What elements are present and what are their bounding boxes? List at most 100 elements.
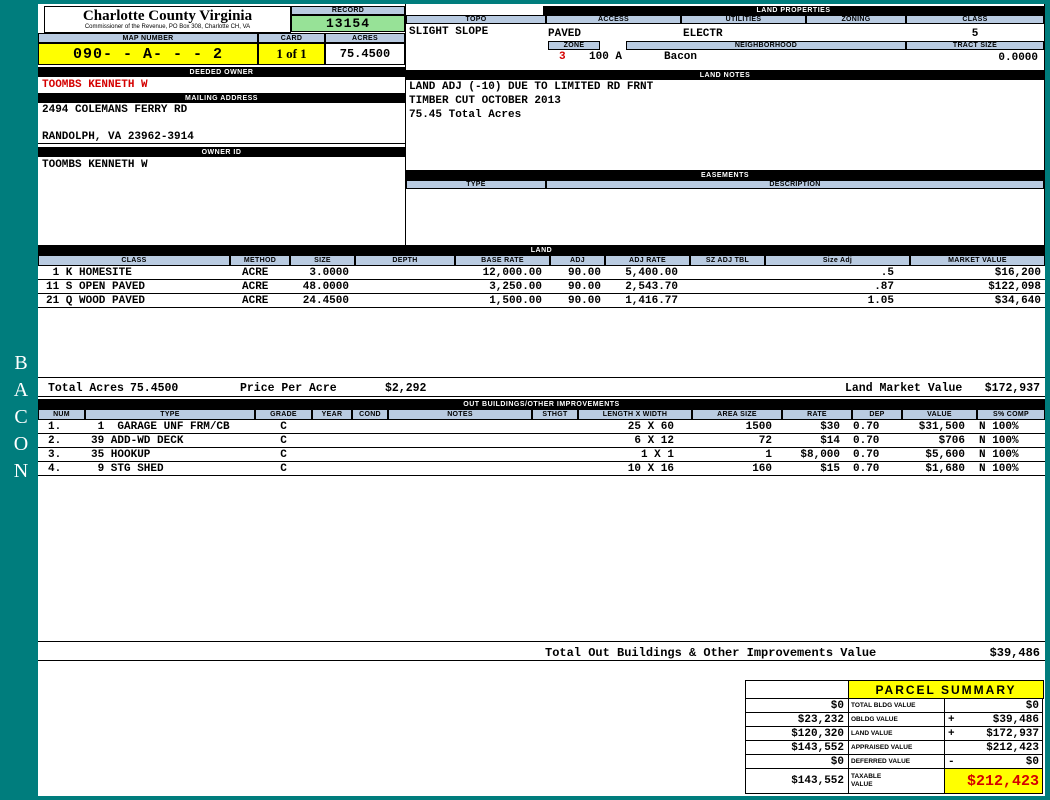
out-building-row: 4. 9 STG SHED C 10 X 16 160 $15 0.70 $1,… xyxy=(38,462,1045,476)
out-buildings-bar: OUT BUILDINGS/OTHER IMPROVEMENTS xyxy=(38,399,1045,409)
ob-col-grade: GRADE xyxy=(255,409,312,420)
land-adj-rate: 5,400.00 xyxy=(625,266,678,279)
neighborhood-header: NEIGHBORHOOD xyxy=(626,41,906,50)
land-table-body: 1 K HOMESITE ACRE 3.0000 12,000.00 90.00… xyxy=(38,266,1045,308)
out-building-row: 1. 1 GARAGE UNF FRM/CB C 25 X 60 1500 $3… xyxy=(38,420,1045,434)
land-note-line: LAND ADJ (-10) DUE TO LIMITED RD FRNT xyxy=(409,81,654,93)
ob-grade: C xyxy=(280,434,287,447)
ps-prior-value: $120,320 xyxy=(745,726,849,741)
ob-num: 3. xyxy=(48,448,62,461)
land-adj: 90.00 xyxy=(567,266,601,279)
land-properties-pane: LAND PROPERTIES TOPO ACCESS UTILITIES ZO… xyxy=(405,4,1045,245)
ob-type: 39 ADD-WD DECK xyxy=(91,434,184,447)
land-class: 21 Q WOOD PAVED xyxy=(46,294,146,307)
ps-op: + xyxy=(948,713,955,726)
easement-description-header: DESCRIPTION xyxy=(546,180,1044,189)
ob-col-num: NUM xyxy=(38,409,85,420)
out-building-row: 3. 35 HOOKUP C 1 X 1 1 $8,000 0.70 $5,60… xyxy=(38,448,1045,462)
parcel-summary-table: PARCEL SUMMARY $0 TOTAL BLDG VALUE $0 $2… xyxy=(745,680,1045,794)
land-market-value: $122,098 xyxy=(988,280,1041,293)
price-per-acre-value: $2,292 xyxy=(385,382,427,395)
county-title: Charlotte County Virginia xyxy=(82,8,253,24)
ps-prior-empty xyxy=(745,680,849,699)
ps-label: TOTAL BLDG VALUE xyxy=(848,698,945,713)
ob-grade: C xyxy=(280,448,287,461)
ps-value: $0 xyxy=(1025,755,1039,768)
ob-value: $1,680 xyxy=(925,462,965,475)
land-adj-rate: 1,416.77 xyxy=(625,294,678,307)
map-number-header: MAP NUMBER xyxy=(38,33,258,43)
land-col-depth: DEPTH xyxy=(355,255,455,266)
topo-value: SLIGHT SLOPE xyxy=(409,26,489,38)
land-size: 24.4500 xyxy=(302,294,349,307)
ps-label: TAXABLE VALUE xyxy=(848,768,945,794)
land-table-row: 11 S OPEN PAVED ACRE 48.0000 3,250.00 90… xyxy=(38,280,1045,294)
land-base-rate: 12,000.00 xyxy=(482,266,542,279)
ob-grade: C xyxy=(280,462,287,475)
ob-col-s-comp: S% COMP xyxy=(977,409,1045,420)
deeded-owner-value: TOOMBS KENNETH W xyxy=(42,79,148,91)
mailing-address-bar: MAILING ADDRESS xyxy=(38,93,405,103)
parcel-summary-row: $23,232 OBLDG VALUE + $39,486 xyxy=(745,712,1045,727)
zone-code: 100 A xyxy=(589,51,623,63)
ps-value-cell: - $0 xyxy=(944,754,1043,769)
topo-header: TOPO xyxy=(406,15,546,24)
ps-value-cell: $0 xyxy=(944,698,1043,713)
easement-type-header: TYPE xyxy=(406,180,546,189)
land-adj: 90.00 xyxy=(567,280,601,293)
land-col-method: METHOD xyxy=(230,255,290,266)
ps-taxable-value: $212,423 xyxy=(966,772,1039,790)
tract-size-value: 0.0000 xyxy=(998,52,1038,64)
land-market-value: $34,640 xyxy=(994,294,1041,307)
easements-bar: EASEMENTS xyxy=(406,170,1044,180)
land-col-sz-adj-tbl: SZ ADJ TBL xyxy=(690,255,765,266)
parcel-summary-row: $120,320 LAND VALUE + $172,937 xyxy=(745,726,1045,741)
ob-area-size: 160 xyxy=(752,462,772,475)
land-note-line: 75.45 Total Acres xyxy=(409,109,522,121)
land-size: 3.0000 xyxy=(309,266,349,279)
ps-taxable-label: TAXABLE VALUE xyxy=(851,772,882,788)
ob-rate: $8,000 xyxy=(800,448,840,461)
land-method: ACRE xyxy=(242,280,269,293)
ob-rate: $30 xyxy=(820,420,840,433)
ps-value-cell: $212,423 xyxy=(944,740,1043,755)
land-market-value-label: Land Market Value xyxy=(845,382,963,395)
ob-num: 1. xyxy=(48,420,62,433)
property-record-card: Charlotte County Virginia Commissioner o… xyxy=(38,4,1045,796)
land-properties-bar: LAND PROPERTIES xyxy=(543,6,1044,15)
acres-header: ACRES xyxy=(325,33,405,43)
parcel-summary-row: $0 TOTAL BLDG VALUE $0 xyxy=(745,698,1045,713)
ob-total-label: Total Out Buildings & Other Improvements… xyxy=(545,646,877,660)
vertical-county-label: BACON xyxy=(10,352,32,487)
ob-length-width: 6 X 12 xyxy=(634,434,674,447)
zone-header: ZONE xyxy=(548,41,600,50)
parcel-summary-row: $0 DEFERRED VALUE - $0 xyxy=(745,754,1045,769)
ob-col-dep: DEP xyxy=(852,409,902,420)
ob-num: 2. xyxy=(48,434,62,447)
ob-col-notes: NOTES xyxy=(388,409,532,420)
land-col-market-value: MARKET VALUE xyxy=(910,255,1045,266)
ob-dep: 0.70 xyxy=(853,448,880,461)
divider xyxy=(38,143,405,144)
ob-area-size: 1500 xyxy=(745,420,772,433)
ob-type: 35 HOOKUP xyxy=(91,448,151,461)
ob-grade: C xyxy=(280,420,287,433)
land-col-size: SIZE xyxy=(290,255,355,266)
ob-area-size: 1 xyxy=(765,448,772,461)
land-method: ACRE xyxy=(242,294,269,307)
ps-value: $0 xyxy=(1025,699,1039,712)
deeded-owner-bar: DEEDED OWNER xyxy=(38,67,405,77)
ps-value: $212,423 xyxy=(986,741,1039,754)
land-col-base-rate: BASE RATE xyxy=(455,255,550,266)
ob-num: 4. xyxy=(48,462,62,475)
ob-dep: 0.70 xyxy=(853,420,880,433)
ps-value: $172,937 xyxy=(986,727,1039,740)
ob-area-size: 72 xyxy=(758,434,772,447)
out-buildings-body: 1. 1 GARAGE UNF FRM/CB C 25 X 60 1500 $3… xyxy=(38,420,1045,476)
county-header-box: Charlotte County Virginia Commissioner o… xyxy=(44,6,291,33)
ps-label: APPRAISED VALUE xyxy=(848,740,945,755)
ps-op: - xyxy=(948,755,955,768)
county-subtitle: Commissioner of the Revenue, PO Box 308,… xyxy=(84,24,251,30)
ob-type: 1 GARAGE UNF FRM/CB xyxy=(91,420,230,433)
total-acres-label: Total Acres xyxy=(48,382,124,395)
